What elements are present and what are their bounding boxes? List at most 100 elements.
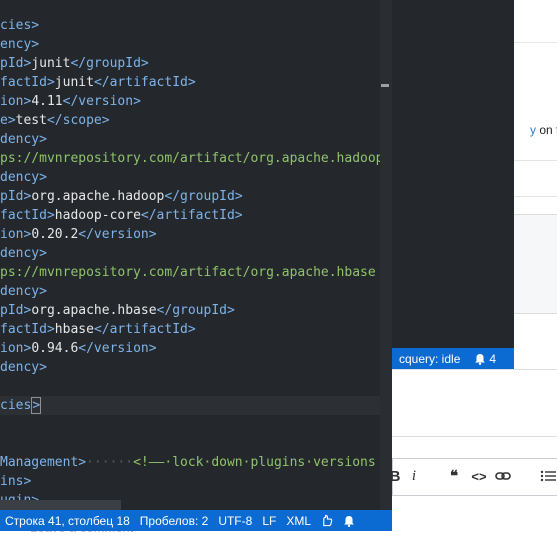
code-line[interactable] [0, 377, 380, 396]
scrollbar-thumb[interactable] [381, 84, 389, 87]
code-line[interactable]: pId>junit</groupId> [0, 54, 380, 73]
code-token: dency> [0, 360, 47, 375]
encoding[interactable]: UTF-8 [213, 514, 257, 528]
vertical-scrollbar[interactable] [380, 0, 392, 515]
code-line[interactable]: factId>hadoop-core</artifactId> [0, 206, 380, 225]
status-bar: Строка 41, столбец 18 Пробелов: 2 UTF-8 … [0, 510, 392, 531]
horizontal-scrollbar[interactable] [0, 500, 121, 510]
code-token: ps://mvnrepository.com/artifact/org.apac… [0, 151, 380, 166]
code-token: </artifactId> [140, 208, 243, 223]
code-line[interactable]: ion>4.11</version> [0, 92, 380, 111]
code-line[interactable] [0, 415, 380, 434]
quote-icon: ❝ [449, 468, 459, 485]
code-line[interactable]: e>test</scope> [0, 111, 380, 130]
cquery-label: cquery: idle [399, 351, 461, 366]
code-token: </version> [78, 341, 157, 356]
code-token: <!——·lock·down·plugins·versions [133, 455, 376, 470]
code-area[interactable]: cies> ency> pId>junit</groupId> factId>juni… [0, 16, 380, 510]
code-token: 0.20.2 [31, 227, 79, 242]
quote-button[interactable]: ❝ [445, 465, 463, 487]
cursor-position[interactable]: Строка 41, столбец 18 [0, 514, 135, 528]
code-token: e> [0, 113, 16, 128]
code-token: 0.94.6 [31, 341, 79, 356]
code-token: ······ [86, 455, 134, 470]
code-token: ion> [0, 227, 32, 242]
code-token: org.apache.hadoop [31, 189, 165, 204]
code-line[interactable]: pId>org.apache.hadoop</groupId> [0, 187, 380, 206]
list-button[interactable] [539, 465, 557, 487]
code-token: 4.11 [31, 94, 63, 109]
code-token: test [15, 113, 47, 128]
cquery-status[interactable]: cquery: idle 4 [392, 348, 514, 369]
code-token: Management> [0, 455, 87, 470]
code-token: junit [54, 75, 94, 90]
notification-count[interactable]: 4 [474, 352, 496, 366]
code-token: org.apache.hbase [31, 303, 157, 318]
code-line[interactable]: ps://mvnrepository.com/artifact/org.apac… [0, 263, 380, 282]
code-line[interactable]: dency> [0, 168, 380, 187]
code-token: dency> [0, 246, 47, 261]
code-token: dency> [0, 284, 47, 299]
code-line[interactable]: dency> [0, 130, 380, 149]
code-token: </scope> [46, 113, 110, 128]
code-token: > [31, 397, 42, 414]
language-mode[interactable]: XML [281, 514, 316, 528]
code-token: </artifactId> [93, 322, 196, 337]
italic-button[interactable]: i [407, 465, 421, 487]
code-token: dency> [0, 132, 47, 147]
bell-icon [475, 353, 486, 365]
code-token: </groupId> [164, 189, 243, 204]
code-line[interactable]: ins> [0, 472, 380, 491]
code-token: </groupId> [70, 56, 149, 71]
code-line[interactable]: dency> [0, 282, 380, 301]
code-token: ion> [0, 94, 32, 109]
code-token: cies> [0, 18, 40, 33]
code-token: </artifactId> [93, 75, 196, 90]
indentation[interactable]: Пробелов: 2 [135, 514, 214, 528]
editor-side-panel [392, 0, 514, 348]
code-token: hadoop-core [54, 208, 141, 223]
code-token: hbase [54, 322, 94, 337]
code-token: </version> [62, 94, 141, 109]
code-line[interactable]: ency> [0, 35, 380, 54]
code-token: ps://mvnrepository.com/artifact/org.apac… [0, 265, 376, 280]
link-button[interactable] [493, 465, 513, 487]
code-line[interactable] [0, 434, 380, 453]
code-token: ency> [0, 37, 40, 52]
code-icon: <> [471, 468, 487, 484]
code-token: factId> [0, 75, 55, 90]
code-token: junit [31, 56, 71, 71]
code-token: pId> [0, 303, 32, 318]
code-line[interactable]: factId>junit</artifactId> [0, 73, 380, 92]
code-line[interactable]: pId>org.apache.hbase</groupId> [0, 301, 380, 320]
code-token: factId> [0, 322, 55, 337]
code-line[interactable]: ion>0.94.6</version> [0, 339, 380, 358]
code-line[interactable]: dency> [0, 244, 380, 263]
list-icon [540, 470, 556, 482]
bell-icon[interactable] [343, 515, 355, 527]
code-line[interactable]: factId>hbase</artifactId> [0, 320, 380, 339]
code-token: pId> [0, 189, 32, 204]
code-token: cies [0, 398, 32, 413]
code-line[interactable]: Management>······<!——·lock·down·plugins·… [0, 453, 380, 472]
code-button[interactable]: <> [469, 465, 489, 487]
smiley-icon[interactable] [321, 514, 333, 527]
comment-editor-toolbar: B i ❝ <> [390, 458, 557, 496]
code-token: factId> [0, 208, 55, 223]
code-token: </version> [78, 227, 157, 242]
code-line[interactable]: cies> [0, 396, 380, 415]
code-token: </groupId> [156, 303, 235, 318]
link-icon [495, 472, 511, 480]
code-line[interactable]: ps://mvnrepository.com/artifact/org.apac… [0, 149, 380, 168]
code-line[interactable]: dency> [0, 358, 380, 377]
code-line[interactable]: cies> [0, 16, 380, 35]
end-of-line[interactable]: LF [257, 514, 281, 528]
code-line[interactable]: ion>0.20.2</version> [0, 225, 380, 244]
page-text-fragment: y on the [530, 123, 557, 137]
code-token: dency> [0, 170, 47, 185]
code-editor[interactable]: cies> ency> pId>junit</groupId> factId>juni… [0, 0, 392, 531]
code-token: pId> [0, 56, 32, 71]
code-token: ins> [0, 474, 32, 489]
code-token: ion> [0, 341, 32, 356]
page-panel [392, 369, 557, 437]
